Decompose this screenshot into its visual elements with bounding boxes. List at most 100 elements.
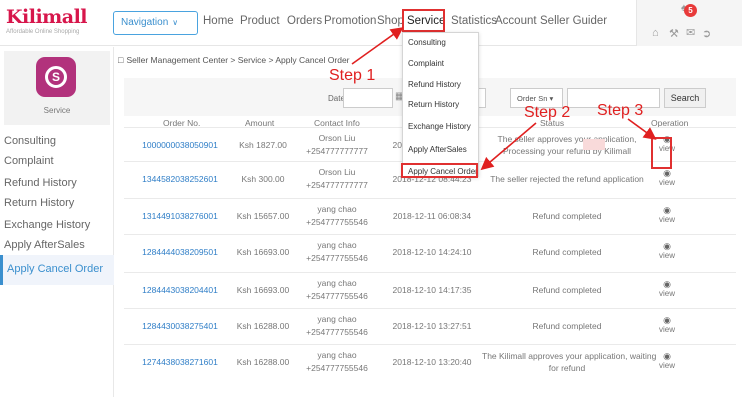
order-number-link[interactable]: 1344582038252601 [130, 173, 230, 185]
order-number-link[interactable]: 1000000038050901 [130, 139, 230, 151]
status-text-line2: for refund [548, 363, 586, 373]
logo-tagline: Affordable Online Shopping [6, 29, 80, 35]
logout-icon[interactable]: ➲ [702, 27, 711, 40]
menu-account[interactable]: Account [495, 15, 537, 27]
date-cell: 2018-12-10 14:17:35 [392, 285, 472, 295]
amount-cell: Ksh 15657.00 [236, 211, 290, 221]
menu-seller-guider[interactable]: Seller Guider [540, 15, 607, 27]
breadcrumb-item-current: Apply Cancel Order [275, 55, 350, 65]
top-bar: Kilimall Affordable Online Shopping Navi… [0, 0, 742, 46]
date-cell: 2018-12-10 14:24:10 [392, 247, 472, 257]
breadcrumb-separator: > [268, 55, 274, 65]
service-card-label: Service [43, 106, 71, 115]
order-select-value: Order Sn [517, 94, 548, 103]
view-button[interactable]: ◉ view [652, 241, 682, 261]
status-text: Refund completed [532, 285, 602, 295]
sidebar-item-consulting[interactable]: Consulting [4, 135, 56, 147]
amount-cell: Ksh 300.00 [241, 174, 285, 184]
view-label: view [658, 289, 675, 298]
amount-cell: Ksh 16288.00 [236, 321, 290, 331]
contact-phone: +254777755546 [306, 327, 368, 337]
view-button[interactable]: ◉ view [652, 205, 682, 225]
breadcrumb-item-center[interactable]: Seller Management Center [126, 55, 228, 65]
navigation-button[interactable]: Navigation ∨ [113, 11, 198, 35]
menu-orders[interactable]: Orders [287, 15, 322, 27]
chevron-down-icon: ∨ [172, 18, 179, 27]
dropdown-item-refund-history[interactable]: Refund History [408, 80, 461, 89]
order-number-link[interactable]: 1284444038209501 [130, 246, 230, 258]
home-icon[interactable]: ⌂ [652, 27, 659, 39]
menu-shop[interactable]: Shop [377, 15, 404, 27]
dropdown-item-complaint[interactable]: Complaint [408, 59, 444, 68]
contact-phone: +254777777777 [306, 180, 368, 190]
order-number-link[interactable]: 1284443038204401 [130, 284, 230, 296]
date-cell: 2018-12-10 13:27:51 [392, 321, 472, 331]
contact-name: yang chao [317, 350, 357, 360]
dropdown-item-apply-aftersales[interactable]: Apply AfterSales [408, 145, 467, 154]
notification-badge: 5 [684, 4, 697, 17]
view-label: view [658, 361, 675, 370]
sidebar-item-exchange-history[interactable]: Exchange History [4, 219, 90, 231]
contact-name: yang chao [317, 314, 357, 324]
dropdown-arrow-icon: ▾ [549, 94, 554, 103]
amount-cell: Ksh 1827.00 [239, 140, 287, 150]
order-number-link[interactable]: 1274438038271601 [130, 356, 230, 368]
sidebar-item-apply-cancel-order[interactable]: Apply Cancel Order [0, 255, 114, 285]
menu-promotion[interactable]: Promotion [324, 15, 376, 27]
contact-name: Orson Liu [318, 167, 356, 177]
message-icon[interactable]: ✉ [686, 26, 695, 39]
sidebar: S Service Consulting Complaint Refund Hi… [0, 47, 114, 397]
kilimall-logo[interactable]: Kilimall Affordable Online Shopping [6, 6, 106, 42]
contact-name: yang chao [317, 278, 357, 288]
apply-cancel-highlight-box [401, 163, 478, 178]
eye-icon: ◉ [663, 315, 671, 325]
date-start-input[interactable] [343, 88, 393, 108]
sidebar-item-complaint[interactable]: Complaint [4, 155, 54, 167]
dropdown-item-consulting[interactable]: Consulting [408, 38, 446, 47]
row-divider [124, 308, 736, 309]
logo-name: Kilimall [6, 6, 88, 28]
service-app-icon: S [36, 57, 76, 97]
step3-label: Step 3 [597, 102, 644, 119]
date-cell: 2018-12-11 06:08:34 [392, 211, 472, 221]
search-button[interactable]: Search [664, 88, 706, 108]
service-logo-icon: S [45, 66, 67, 88]
sidebar-active-label: Apply Cancel Order [7, 263, 103, 275]
sidebar-item-return-history[interactable]: Return History [4, 197, 74, 209]
menu-home[interactable]: Home [203, 15, 234, 27]
contact-name: Orson Liu [318, 133, 356, 143]
row-divider [124, 272, 736, 273]
menu-statistics[interactable]: Statistics [451, 15, 497, 27]
menu-product[interactable]: Product [240, 15, 280, 27]
status-text: Refund completed [532, 321, 602, 331]
row-divider [124, 234, 736, 235]
sidebar-item-apply-aftersales[interactable]: Apply AfterSales [4, 239, 85, 251]
view-button[interactable]: ◉ view [652, 351, 682, 371]
sidebar-item-refund-history[interactable]: Refund History [4, 177, 77, 189]
breadcrumb-item-service[interactable]: Service [238, 55, 266, 65]
dropdown-item-return-history[interactable]: Return History [408, 100, 459, 109]
order-number-link[interactable]: 1314491038276001 [130, 210, 230, 222]
dropdown-item-exchange-history[interactable]: Exchange History [408, 122, 471, 131]
status-text-line2: Processing your refund by Kilimall [502, 146, 632, 156]
contact-name: yang chao [317, 204, 357, 214]
view-label: view [658, 178, 675, 187]
step2-label: Step 2 [524, 104, 571, 121]
status-text: Refund completed [532, 211, 602, 221]
order-number-link[interactable]: 1284430038275401 [130, 320, 230, 332]
amount-cell: Ksh 16288.00 [236, 357, 290, 367]
view-highlight-box [651, 137, 672, 169]
breadcrumb-separator: > [230, 55, 236, 65]
monitor-icon: □ [118, 55, 124, 65]
contact-name: yang chao [317, 240, 357, 250]
wrench-icon[interactable]: ⚒ [669, 27, 679, 40]
service-highlight-box [402, 9, 445, 32]
status-text: The Kilimall approves your application, … [482, 351, 657, 361]
view-button[interactable]: ◉ view [652, 315, 682, 335]
view-button[interactable]: ◉ view [652, 279, 682, 299]
view-label: view [658, 325, 675, 334]
view-button[interactable]: ◉ view [652, 168, 682, 188]
step1-label: Step 1 [329, 67, 376, 84]
navigation-label: Navigation [121, 17, 169, 28]
highlight-mark [583, 139, 605, 150]
